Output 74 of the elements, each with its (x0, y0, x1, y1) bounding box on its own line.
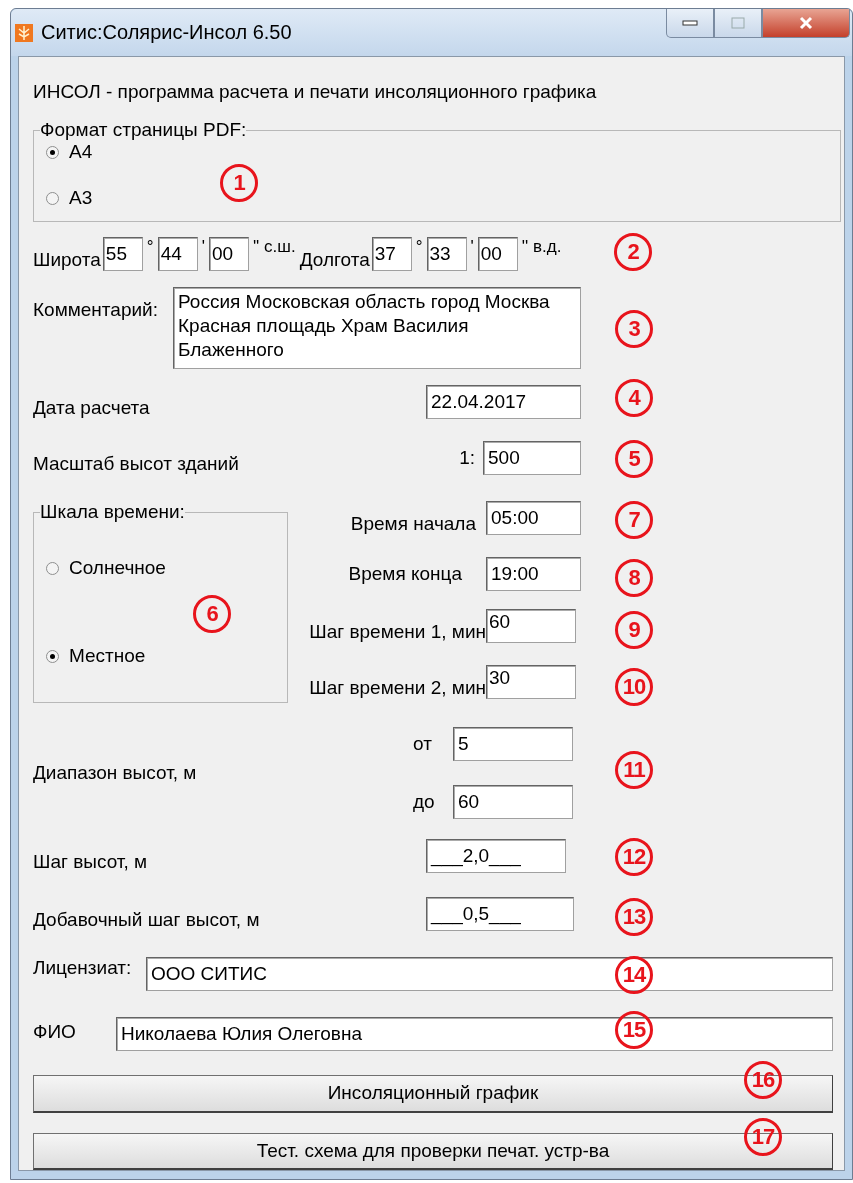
height-step-field[interactable]: ___2,0___ (426, 839, 566, 873)
degrees-field[interactable]: 55 (102, 237, 143, 271)
radio-button[interactable]: А4 (46, 141, 93, 163)
range-label: Диапазон высот, м (33, 762, 197, 784)
from-label: от (413, 733, 433, 755)
degree-sign: ° (415, 237, 423, 257)
group-label: Формат страницы PDF: (40, 119, 247, 141)
description-text: ИНСОЛ - программа расчета и печати инсоляционного графика (33, 81, 598, 103)
annotation-marker: 6 (193, 595, 231, 633)
annotation-marker: 15 (615, 1011, 653, 1049)
scale-prefix: 1: (459, 447, 475, 469)
radio-indicator[interactable] (46, 649, 59, 663)
radio-indicator[interactable] (46, 191, 59, 205)
extra-step-field[interactable]: ___0,5___ (426, 897, 574, 931)
close-button[interactable] (762, 9, 850, 38)
minutes-field[interactable]: 33 (426, 237, 467, 271)
annotation-marker: 3 (615, 310, 653, 348)
time-label: Шаг времени 1, мин (309, 621, 486, 643)
maximize-icon (731, 17, 745, 29)
comment-label: Комментарий: (33, 298, 159, 322)
time-label: Время конца (348, 563, 462, 585)
degrees-field[interactable]: 37 (371, 237, 412, 271)
radio-button[interactable]: Солнечное (46, 557, 166, 579)
annotation-marker: 11 (615, 751, 653, 789)
hemisphere-label: '' в.д. (521, 237, 562, 257)
hemisphere-label: '' с.ш. (252, 237, 296, 257)
app-icon (15, 23, 33, 42)
time-label: Время начала (350, 513, 476, 535)
date-label: Дата расчета (33, 397, 150, 419)
minute-sign: ' (201, 237, 205, 257)
close-icon (798, 16, 814, 30)
annotation-marker: 7 (615, 501, 653, 539)
annotation-marker: 4 (615, 379, 653, 417)
radio-button[interactable]: А3 (46, 187, 93, 209)
annotation-marker: 1 (220, 164, 258, 202)
extra-step-label: Добавочный шаг высот, м (33, 909, 260, 931)
annotation-marker: 8 (615, 559, 653, 597)
to-label: до (413, 791, 436, 813)
date-field[interactable]: 22.04.2017 (426, 385, 581, 419)
name-label: ФИО (33, 1020, 77, 1043)
minute-sign: ' (470, 237, 474, 257)
to-field[interactable]: 60 (453, 785, 573, 819)
time-field[interactable]: 30 (486, 665, 576, 699)
radio-button[interactable]: Местное (46, 645, 146, 667)
from-field[interactable]: 5 (453, 727, 573, 761)
time-label: Шаг времени 2, мин (309, 677, 486, 699)
time-field[interactable]: 60 (486, 609, 576, 643)
annotation-marker: 9 (615, 611, 653, 649)
annotation-marker: 5 (615, 440, 653, 478)
coordinate-label: Широта (33, 249, 101, 271)
scale-label: Масштаб высот зданий (33, 453, 239, 475)
annotation-marker: 14 (615, 956, 653, 994)
time-field[interactable]: 19:00 (486, 557, 581, 591)
annotation-marker: 12 (615, 838, 653, 876)
annotation-marker: 10 (615, 668, 653, 706)
licensee-label: Лицензиат: (33, 957, 133, 979)
time-field[interactable]: 05:00 (486, 501, 581, 535)
comment-field[interactable]: Россия Московская область город Москва Красная площадь Храм Василия Блаженного (173, 287, 581, 369)
window-title: Ситис:Солярис-Инсол 6.50 (41, 21, 292, 44)
group-label: Шкала времени: (40, 501, 185, 523)
maximize-button[interactable] (714, 9, 762, 38)
seconds-field[interactable]: 00 (208, 237, 249, 271)
annotation-marker: 2 (614, 233, 652, 271)
minutes-field[interactable]: 44 (157, 237, 198, 271)
coordinate-label: Долгота (299, 249, 370, 271)
minimize-icon (682, 20, 698, 26)
seconds-field[interactable]: 00 (477, 237, 518, 271)
scale-field[interactable]: 500 (483, 441, 581, 475)
annotation-marker: 13 (615, 898, 653, 936)
height-step-label: Шаг высот, м (33, 851, 148, 873)
radio-indicator[interactable] (46, 561, 59, 575)
radio-indicator[interactable] (46, 145, 59, 159)
degree-sign: ° (146, 237, 154, 257)
minimize-button[interactable] (666, 9, 714, 38)
